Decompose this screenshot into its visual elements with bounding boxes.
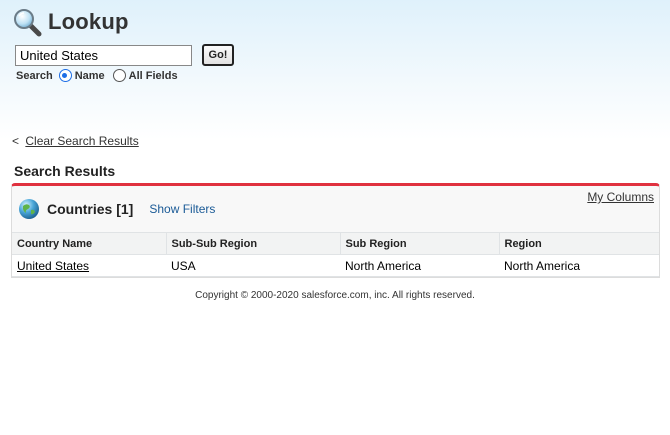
show-filters-link[interactable]: Show Filters: [149, 202, 215, 216]
cell-country-name: United States: [12, 254, 166, 277]
countries-title: Countries [1]: [47, 201, 134, 217]
magnifier-icon: [12, 7, 42, 37]
clear-results-row: < Clear Search Results: [12, 134, 139, 148]
copyright-text: Copyright © 2000-2020 salesforce.com, in…: [195, 290, 475, 301]
column-header-sub-region[interactable]: Sub Region: [340, 232, 500, 255]
back-chevron: <: [12, 134, 20, 148]
country-link[interactable]: United States: [17, 259, 89, 273]
all-fields-radio[interactable]: [112, 69, 126, 82]
globe-icon: [18, 198, 40, 220]
page-title: Lookup: [48, 9, 129, 34]
search-row: Go!: [15, 44, 234, 66]
go-button[interactable]: Go!: [202, 44, 234, 66]
column-header-region[interactable]: Region: [499, 232, 659, 255]
cell-sub-region: North America: [340, 254, 499, 277]
all-fields-radio-label[interactable]: All Fields: [129, 70, 178, 82]
name-radio-label[interactable]: Name: [75, 70, 105, 82]
results-panel-header: Countries [1] Show Filters My Columns: [12, 186, 659, 232]
table-row: United States USA North America North Am…: [12, 254, 659, 277]
page-header: Lookup: [12, 5, 129, 39]
results-table: Country Name Sub-Sub Region Sub Region R…: [12, 232, 659, 277]
my-columns-link[interactable]: My Columns: [587, 190, 654, 204]
table-header-row: Country Name Sub-Sub Region Sub Region R…: [12, 232, 659, 255]
cell-region: North America: [499, 254, 659, 277]
column-header-sub-sub-region[interactable]: Sub-Sub Region: [166, 232, 341, 255]
results-panel: Countries [1] Show Filters My Columns Co…: [11, 183, 660, 278]
search-results-title: Search Results: [14, 163, 116, 179]
cell-sub-sub-region: USA: [166, 254, 340, 277]
search-scope-label: Search: [16, 69, 53, 82]
column-header-country-name[interactable]: Country Name: [12, 232, 167, 255]
search-scope: Search Name All Fields: [16, 69, 186, 82]
search-input[interactable]: [15, 44, 192, 66]
clear-search-results-link[interactable]: Clear Search Results: [25, 134, 138, 148]
name-radio[interactable]: [58, 69, 72, 82]
